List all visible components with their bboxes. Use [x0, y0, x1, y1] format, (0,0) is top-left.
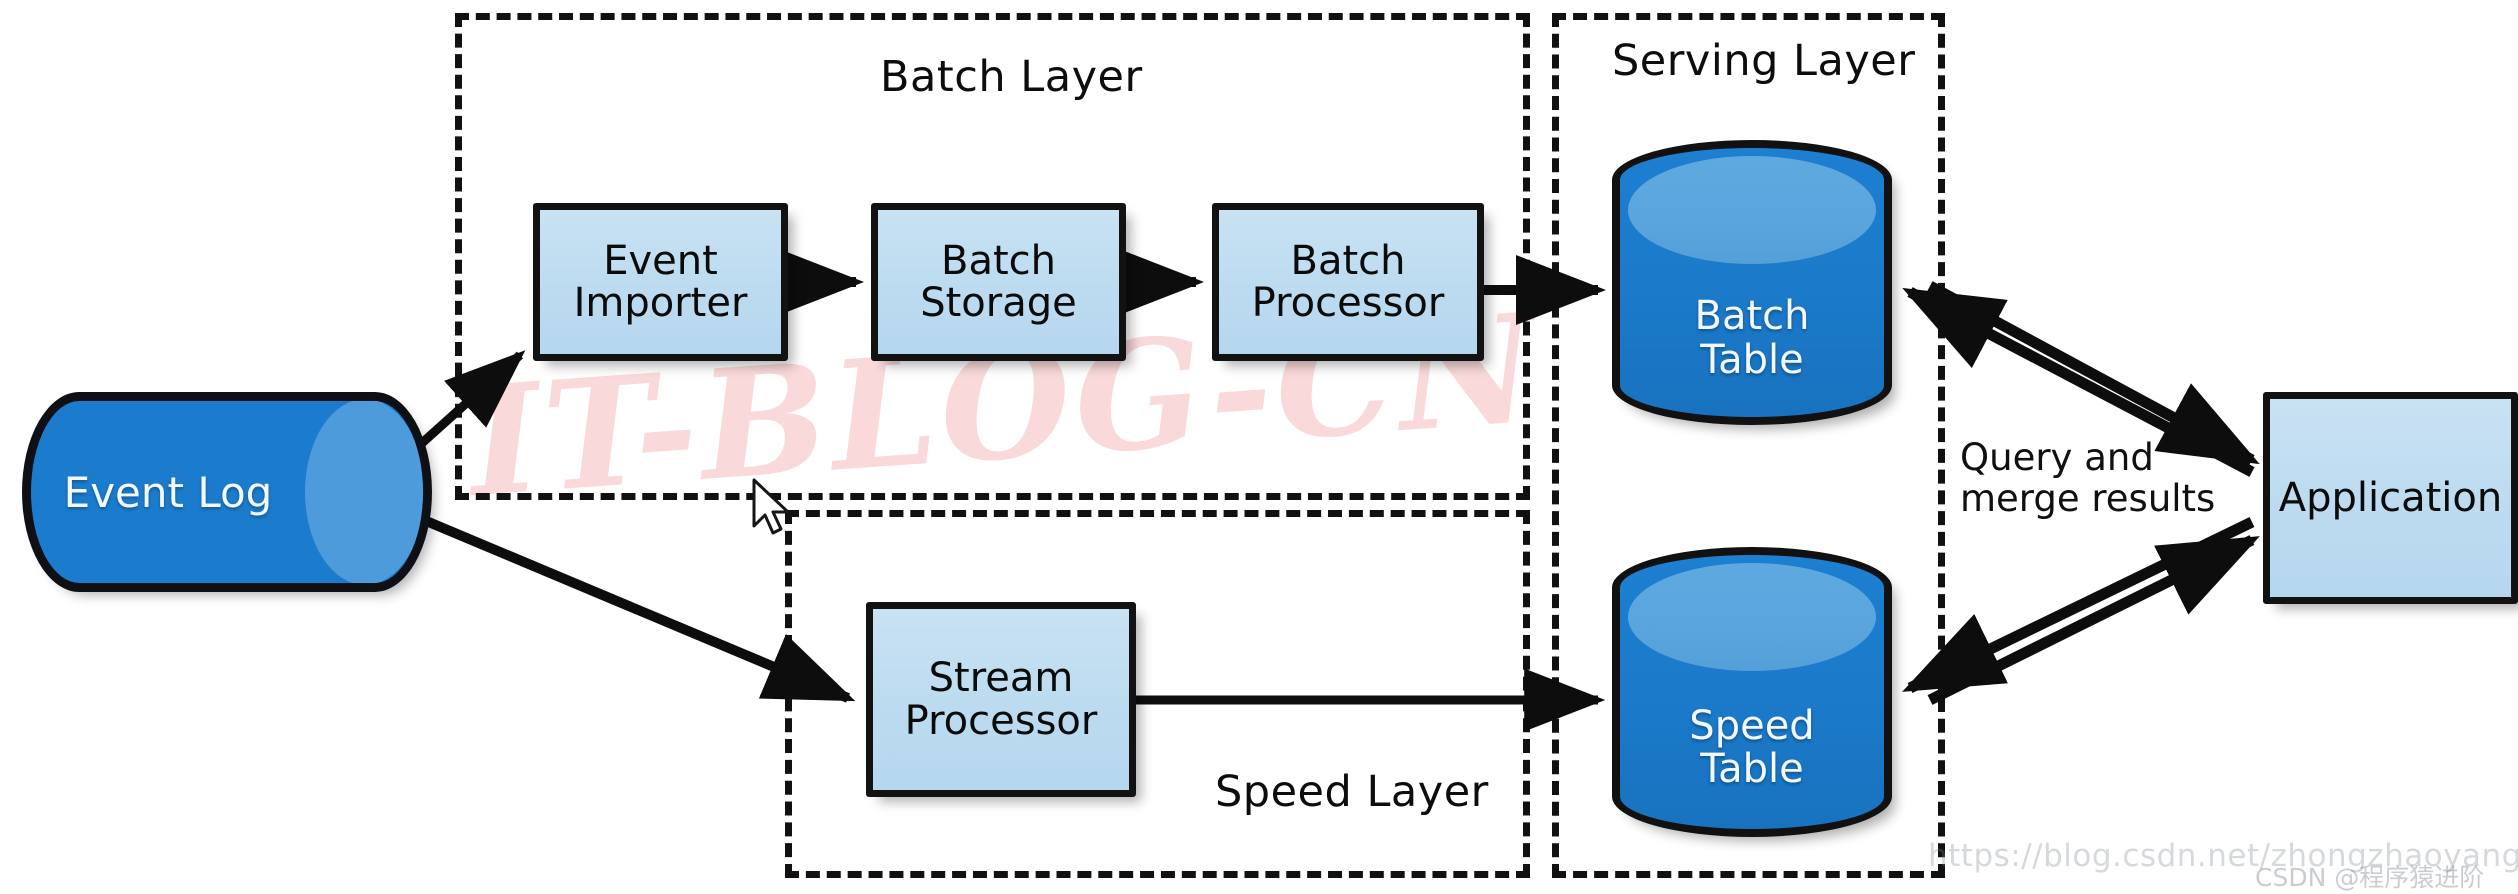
- speed-table-label-line1: Speed: [1689, 702, 1815, 749]
- node-event-importer[interactable]: Event Importer: [533, 203, 788, 361]
- batch-storage-label: Batch Storage: [920, 237, 1077, 326]
- watermark-csdn-author: CSDN @程序猿进阶: [2255, 863, 2485, 892]
- batch-storage-label-line1: Batch: [941, 237, 1056, 284]
- stream-processor-label: Stream Processor: [905, 657, 1098, 742]
- edge-label-query-and-merge-results: Query and merge results: [1960, 437, 2260, 520]
- stream-processor-label-line1: Stream: [928, 655, 1074, 702]
- event-importer-label-line1: Event: [603, 237, 718, 284]
- event-log-cylinder-cap: [305, 401, 423, 583]
- node-batch-processor[interactable]: Batch Processor: [1212, 203, 1484, 361]
- event-log-label: Event Log: [63, 467, 273, 517]
- node-application[interactable]: Application: [2263, 392, 2518, 604]
- node-batch-table[interactable]: Batch Table: [1612, 140, 1892, 425]
- batch-processor-label-line2: Processor: [1251, 280, 1445, 326]
- query-merge-line2: merge results: [1960, 477, 2216, 521]
- edge-eventlog-to-streamprocessor: [398, 505, 856, 703]
- event-log-cylinder-body: Event Log: [22, 392, 432, 592]
- batch-table-label-line1: Batch: [1694, 293, 1810, 340]
- event-importer-label-line2: Importer: [573, 280, 748, 326]
- node-batch-storage[interactable]: Batch Storage: [871, 203, 1126, 361]
- batch-table-label: Batch Table: [1612, 258, 1892, 419]
- edge-speedtable-to-application-in: [1927, 535, 2260, 705]
- node-stream-processor[interactable]: Stream Processor: [866, 602, 1136, 797]
- batch-processor-label: Batch Processor: [1251, 237, 1445, 326]
- diagram-canvas: IT-BLOG-CN Batch Layer Serving Layer Spe…: [0, 0, 2518, 892]
- application-label: Application: [2278, 474, 2503, 521]
- mouse-pointer-icon: [752, 478, 790, 535]
- batch-table-label-line2: Table: [1700, 336, 1804, 383]
- speed-table-label-line2: Table: [1700, 746, 1804, 792]
- batch-table-cylinder-top: [1628, 156, 1876, 264]
- speed-table-label: Speed Table: [1612, 665, 1892, 831]
- batch-storage-label-line2: Storage: [920, 280, 1077, 326]
- event-importer-label: Event Importer: [573, 237, 748, 326]
- node-speed-table[interactable]: Speed Table: [1612, 547, 1892, 837]
- edge-speedtable-to-application-out: [1902, 517, 2255, 693]
- node-event-log[interactable]: Event Log: [22, 392, 432, 592]
- speed-table-cylinder-top: [1628, 563, 1876, 671]
- query-merge-line1: Query and: [1960, 436, 2154, 479]
- batch-processor-label-line1: Batch: [1290, 237, 1406, 284]
- edge-batchtable-to-application-in: [1927, 281, 2260, 465]
- stream-processor-label-line2: Processor: [904, 697, 1098, 744]
